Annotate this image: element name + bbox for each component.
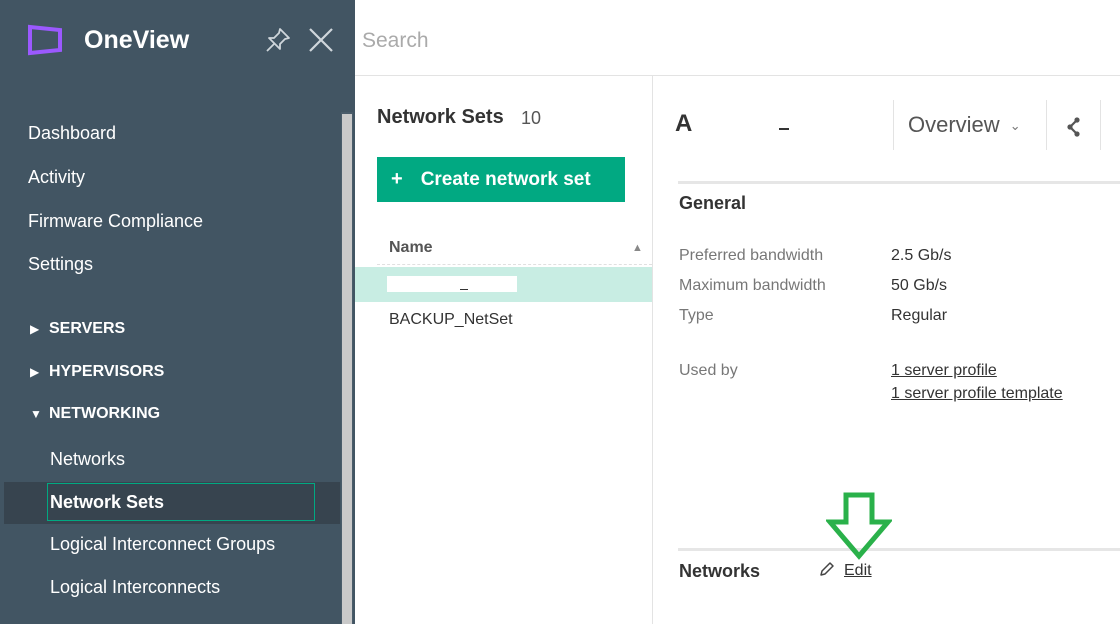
list-item[interactable]: t xyxy=(355,267,652,302)
list-header-divider xyxy=(377,264,652,265)
property-value: 2.5 Gb/s xyxy=(891,247,952,264)
nav-section-servers[interactable]: ▶ SERVERS xyxy=(30,320,125,338)
nav-item-settings[interactable]: Settings xyxy=(28,254,93,275)
nav-section-label: NETWORKING xyxy=(49,405,161,422)
sort-ascending-icon[interactable]: ▲ xyxy=(632,242,643,254)
redacted-title xyxy=(697,106,837,142)
property-label: Maximum bandwidth xyxy=(679,277,826,294)
sidebar-header: OneView xyxy=(0,0,355,80)
edit-networks-link[interactable]: Edit xyxy=(844,562,872,580)
nav-item-firmware-compliance[interactable]: Firmware Compliance xyxy=(28,211,203,232)
nav-section-label: HYPERVISORS xyxy=(49,363,165,380)
nav-section-networking[interactable]: ▼ NETWORKING xyxy=(30,405,160,423)
list-item[interactable]: BACKUP_NetSet xyxy=(355,302,652,337)
search-input[interactable] xyxy=(362,24,1102,58)
oneview-logo-icon xyxy=(28,24,62,56)
nav-item-network-sets[interactable]: Network Sets xyxy=(50,492,164,513)
server-profile-template-link[interactable]: 1 server profile template xyxy=(891,385,1063,403)
annotation-down-arrow-icon xyxy=(826,492,892,560)
property-label: Type xyxy=(679,307,714,324)
network-sets-list-pane: Network Sets 10 + Create network set Nam… xyxy=(355,76,653,624)
property-value: Regular xyxy=(891,307,948,324)
collapse-arrow-icon: ▼ xyxy=(30,407,42,421)
nav-item-logical-interconnects[interactable]: Logical Interconnects xyxy=(50,577,220,598)
nav-item-activity[interactable]: Activity xyxy=(28,167,85,188)
nav-item-logical-interconnect-groups[interactable]: Logical Interconnect Groups xyxy=(50,534,275,555)
map-view-icon[interactable] xyxy=(1065,116,1083,138)
sidebar: OneView Dashboard Activity Firmware Comp… xyxy=(0,0,355,624)
redacted-text xyxy=(387,276,517,292)
used-by-label: Used by xyxy=(679,362,738,379)
header-separator xyxy=(1046,100,1047,150)
general-section-divider xyxy=(678,181,1120,184)
list-count: 10 xyxy=(521,108,542,128)
list-title: Network Sets xyxy=(377,106,504,128)
networks-section-divider xyxy=(678,548,1120,551)
pin-icon[interactable] xyxy=(264,26,292,54)
property-label: Preferred bandwidth xyxy=(679,247,824,264)
pencil-icon[interactable] xyxy=(819,561,835,577)
property-value: 50 Gb/s xyxy=(891,277,948,294)
expand-arrow-icon: ▶ xyxy=(30,322,40,336)
create-network-set-button[interactable]: + Create network set xyxy=(377,157,625,202)
general-heading: General xyxy=(679,193,747,213)
header-separator xyxy=(1100,100,1101,150)
view-select-value: Overview xyxy=(908,112,1000,137)
nav-section-hypervisors[interactable]: ▶ HYPERVISORS xyxy=(30,363,164,381)
header-separator xyxy=(893,100,894,150)
create-button-label: Create network set xyxy=(420,168,591,190)
nav-item-networks[interactable]: Networks xyxy=(50,449,125,470)
expand-arrow-icon: ▶ xyxy=(30,365,40,379)
app-title: OneView xyxy=(84,26,190,54)
view-select-dropdown[interactable]: Overview ⌄ xyxy=(908,112,1021,138)
nav-section-label: SERVERS xyxy=(49,320,126,337)
server-profile-link[interactable]: 1 server profile xyxy=(891,362,997,380)
column-header-name[interactable]: Name xyxy=(389,239,433,257)
redacted-underscore xyxy=(460,289,468,290)
networks-heading: Networks xyxy=(679,561,761,581)
plus-icon: + xyxy=(391,168,403,190)
close-icon[interactable] xyxy=(307,26,335,54)
nav-item-dashboard[interactable]: Dashboard xyxy=(28,123,116,144)
chevron-down-icon: ⌄ xyxy=(1009,118,1021,134)
sidebar-scrollbar-thumb[interactable] xyxy=(342,114,352,624)
list-item-label: BACKUP_NetSet xyxy=(389,311,513,328)
